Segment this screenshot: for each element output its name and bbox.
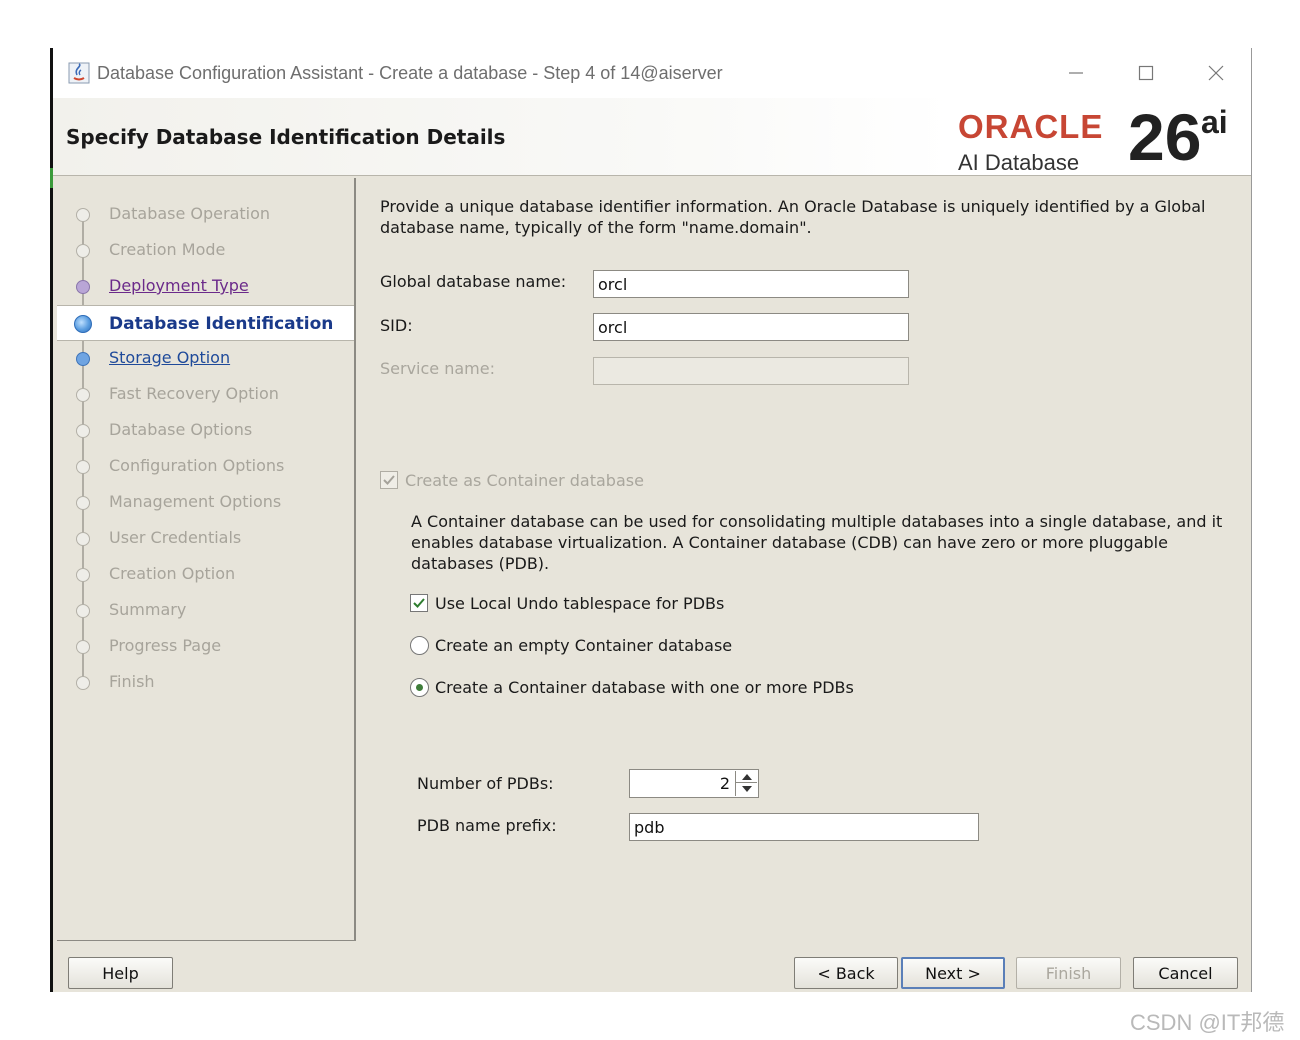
empty-container-label: Create an empty Container database (435, 636, 733, 655)
next-button[interactable]: Next > (901, 957, 1005, 989)
step-dot-icon (76, 244, 90, 258)
local-undo-checkbox[interactable] (410, 594, 428, 612)
service-name-input[interactable] (593, 357, 909, 385)
dbca-window: Database Configuration Assistant - Creat… (50, 48, 1252, 992)
increment-button[interactable] (736, 771, 757, 783)
minimize-button[interactable] (1056, 58, 1096, 88)
step-current-icon (74, 315, 92, 333)
step-dot-icon (76, 604, 90, 618)
focus-marker (50, 168, 53, 188)
num-pdbs-label: Number of PDBs: (417, 774, 554, 793)
step-dot-icon (76, 280, 90, 294)
container-db-description: A Container database can be used for con… (411, 512, 1223, 573)
container-with-pdbs-label: Create a Container database with one or … (435, 678, 854, 697)
empty-container-radio[interactable] (410, 636, 429, 655)
oracle-logo-subtitle: AI Database (958, 150, 1080, 175)
step-storage-option[interactable]: Storage Option (57, 340, 354, 376)
step-database-options: Database Options (57, 412, 354, 448)
step-dot-icon (76, 496, 90, 510)
container-db-checkbox[interactable] (380, 471, 398, 489)
step-dot-icon (76, 568, 90, 582)
window-title: Database Configuration Assistant - Creat… (97, 63, 723, 83)
num-pdbs-stepper[interactable]: 2 (629, 769, 759, 798)
container-db-label: Create as Container database (405, 471, 644, 490)
container-with-pdbs-radio[interactable] (410, 678, 429, 697)
global-db-name-label: Global database name: (380, 272, 567, 291)
oracle-logo-version-suffix: ai (1201, 104, 1228, 140)
step-creation-mode: Creation Mode (57, 232, 354, 268)
step-configuration-options: Configuration Options (57, 448, 354, 484)
checkmark-icon (383, 475, 395, 485)
step-progress-page: Progress Page (57, 628, 354, 664)
step-management-options: Management Options (57, 484, 354, 520)
title-bar: Database Configuration Assistant - Creat… (53, 48, 1251, 98)
step-user-credentials: User Credentials (57, 520, 354, 556)
step-database-operation: Database Operation (57, 196, 354, 232)
close-button[interactable] (1196, 58, 1236, 88)
decrement-button[interactable] (736, 783, 757, 795)
oracle-logo-word: ORACLE (958, 108, 1104, 145)
step-dot-icon (76, 352, 90, 366)
page-header: Specify Database Identification Details … (50, 98, 1251, 188)
checkmark-icon (413, 598, 425, 608)
pdb-prefix-label: PDB name prefix: (417, 816, 557, 835)
pdb-prefix-input[interactable] (629, 813, 979, 841)
step-dot-icon (76, 424, 90, 438)
step-dot-icon (76, 532, 90, 546)
finish-button[interactable]: Finish (1016, 957, 1121, 989)
identifier-description: Provide a unique database identifier inf… (380, 197, 1206, 237)
step-dot-icon (76, 640, 90, 654)
steps-sidebar: Database Operation Creation Mode Deploym… (57, 178, 356, 941)
sid-input[interactable] (593, 313, 909, 341)
minimize-icon (1069, 72, 1083, 74)
num-pdbs-value[interactable]: 2 (720, 774, 730, 793)
close-icon (1208, 65, 1224, 81)
step-dot-icon (76, 388, 90, 402)
cancel-button[interactable]: Cancel (1133, 957, 1238, 989)
local-undo-label: Use Local Undo tablespace for PDBs (435, 594, 725, 613)
arrow-up-icon (741, 773, 752, 780)
step-summary: Summary (57, 592, 354, 628)
step-creation-option: Creation Option (57, 556, 354, 592)
oracle-logo-version: 26 (1128, 100, 1202, 174)
maximize-button[interactable] (1126, 58, 1166, 88)
back-button[interactable]: < Back (794, 957, 898, 989)
step-fast-recovery-option: Fast Recovery Option (57, 376, 354, 412)
page-title: Specify Database Identification Details (66, 125, 506, 149)
java-app-icon (68, 62, 90, 84)
step-database-identification: Database Identification (57, 305, 354, 341)
step-dot-icon (76, 676, 90, 690)
step-dot-icon (76, 208, 90, 222)
help-button[interactable]: Help (68, 957, 173, 989)
step-finish: Finish (57, 664, 354, 700)
sid-label: SID: (380, 316, 413, 335)
service-name-label: Service name: (380, 359, 495, 378)
maximize-icon (1138, 65, 1154, 81)
global-db-name-input[interactable] (593, 270, 909, 298)
step-dot-icon (76, 460, 90, 474)
watermark: CSDN @IT邦德 (1130, 1010, 1285, 1035)
main-content: Provide a unique database identifier inf… (358, 178, 1253, 941)
arrow-down-icon (741, 786, 752, 792)
step-deployment-type[interactable]: Deployment Type (57, 268, 354, 304)
